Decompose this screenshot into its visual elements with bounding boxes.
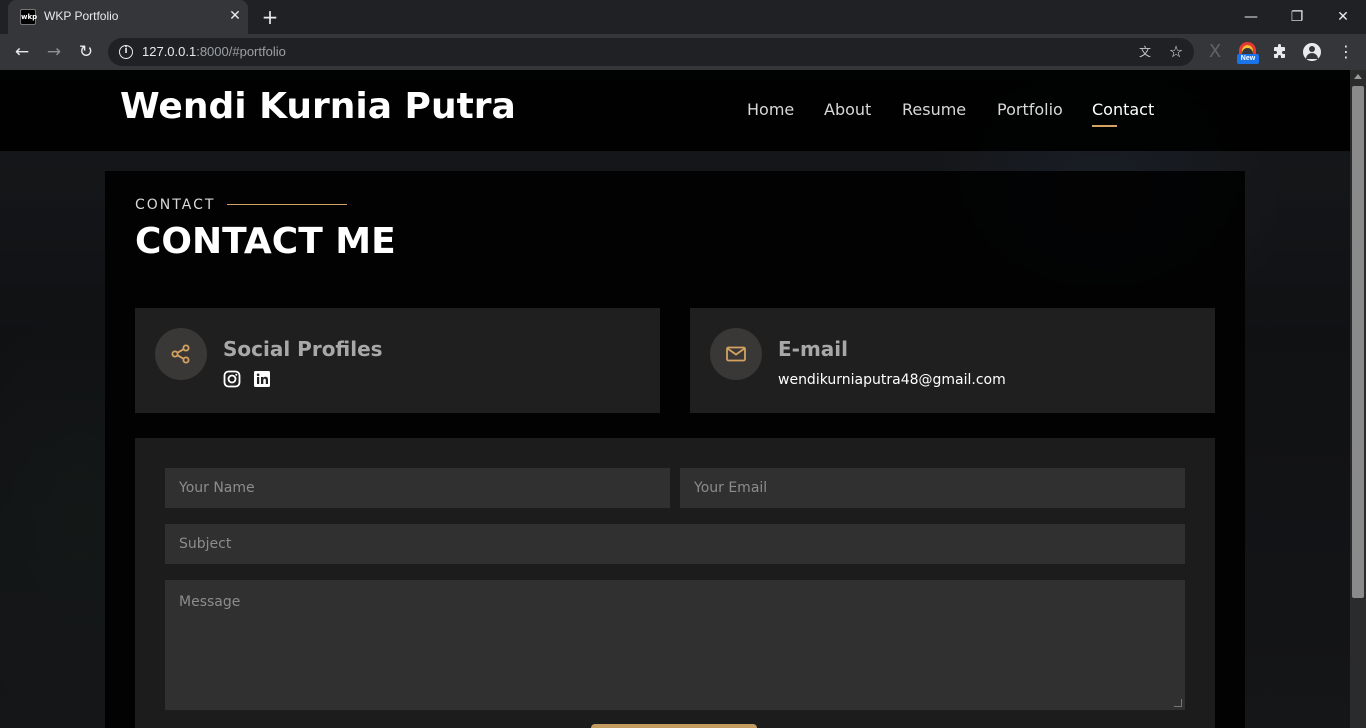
email-field[interactable]: Your Email — [680, 468, 1185, 508]
email-placeholder: Your Email — [694, 480, 768, 496]
subject-placeholder: Subject — [179, 536, 232, 552]
browser-tabstrip: wkp WKP Portfolio ✕ + — ❐ ✕ — [0, 0, 1366, 34]
bookmark-star-icon[interactable]: ☆ — [1166, 42, 1186, 62]
rainbow-arc — [1239, 42, 1256, 54]
extension-rainbow-icon[interactable]: New — [1236, 40, 1260, 64]
avatar-head — [1309, 46, 1315, 52]
textarea-resize-handle[interactable] — [1174, 699, 1182, 707]
browser-tab[interactable]: wkp WKP Portfolio ✕ — [8, 0, 248, 34]
reload-button[interactable]: ↻ — [73, 39, 99, 65]
nav-portfolio[interactable]: Portfolio — [997, 100, 1063, 119]
nav-active-underline — [1092, 125, 1117, 127]
page-scrollbar[interactable] — [1350, 70, 1366, 728]
site-header: Wendi Kurnia Putra Home About Resume Por… — [0, 70, 1350, 151]
email-box: E-mail wendikurniaputra48@gmail.com — [690, 308, 1215, 413]
contact-section: CONTACT CONTACT ME Social Profiles E-mai… — [105, 171, 1245, 728]
section-title: CONTACT ME — [135, 221, 396, 262]
nav-home[interactable]: Home — [747, 100, 794, 119]
forward-button[interactable]: → — [41, 39, 67, 65]
instagram-icon[interactable] — [223, 370, 241, 388]
extension-x-icon[interactable]: X — [1203, 40, 1227, 64]
nav-about[interactable]: About — [824, 100, 871, 119]
scroll-up-arrow[interactable] — [1354, 74, 1362, 79]
translate-icon[interactable]: 文 — [1136, 43, 1154, 61]
nav-contact[interactable]: Contact — [1092, 100, 1154, 119]
extensions-puzzle-icon[interactable] — [1268, 40, 1292, 64]
site-logo[interactable]: Wendi Kurnia Putra — [120, 86, 516, 127]
browser-toolbar: ← → ↻ i 127.0.0.1:8000/#portfolio 文 ☆ X … — [0, 34, 1366, 70]
name-placeholder: Your Name — [179, 480, 255, 496]
name-field[interactable]: Your Name — [165, 468, 670, 508]
window-restore-button[interactable]: ❐ — [1274, 4, 1320, 30]
tab-favicon-icon: wkp — [20, 9, 37, 25]
social-profiles-box: Social Profiles — [135, 308, 660, 413]
contact-form: Your Name Your Email Subject Message — [135, 438, 1215, 728]
subject-field[interactable]: Subject — [165, 524, 1185, 564]
envelope-icon — [726, 346, 746, 362]
section-kicker: CONTACT — [135, 197, 216, 213]
send-message-button[interactable] — [591, 724, 757, 728]
share-icon — [171, 344, 190, 364]
envelope-icon-circle — [710, 328, 762, 380]
message-field[interactable]: Message — [165, 580, 1185, 710]
avatar-body — [1306, 53, 1318, 59]
back-button[interactable]: ← — [9, 39, 35, 65]
page-viewport: Wendi Kurnia Putra Home About Resume Por… — [0, 70, 1350, 728]
new-tab-button[interactable]: + — [258, 6, 282, 28]
scroll-thumb[interactable] — [1352, 86, 1364, 598]
email-address[interactable]: wendikurniaputra48@gmail.com — [778, 372, 1006, 388]
extension-new-badge: New — [1237, 54, 1259, 64]
url-host: 127.0.0.1 — [142, 44, 197, 59]
window-close-button[interactable]: ✕ — [1320, 4, 1366, 30]
browser-menu-icon[interactable]: ⋮ — [1334, 40, 1358, 64]
linkedin-icon[interactable] — [253, 370, 271, 388]
section-kicker-line — [227, 204, 347, 205]
email-title: E-mail — [778, 337, 849, 361]
nav-resume[interactable]: Resume — [902, 100, 966, 119]
message-placeholder: Message — [179, 594, 241, 610]
url-text[interactable]: 127.0.0.1:8000/#portfolio — [142, 44, 286, 59]
share-icon-circle — [155, 328, 207, 380]
window-minimize-button[interactable]: — — [1228, 4, 1274, 30]
tab-close-icon[interactable]: ✕ — [226, 7, 244, 25]
tab-title: WKP Portfolio — [44, 9, 119, 23]
url-path: :8000/#portfolio — [196, 44, 286, 59]
profile-avatar-icon[interactable] — [1300, 40, 1324, 64]
address-bar[interactable]: i 127.0.0.1:8000/#portfolio 文 ☆ — [108, 38, 1194, 66]
social-profiles-title: Social Profiles — [223, 337, 383, 361]
site-info-icon[interactable]: i — [119, 45, 133, 59]
